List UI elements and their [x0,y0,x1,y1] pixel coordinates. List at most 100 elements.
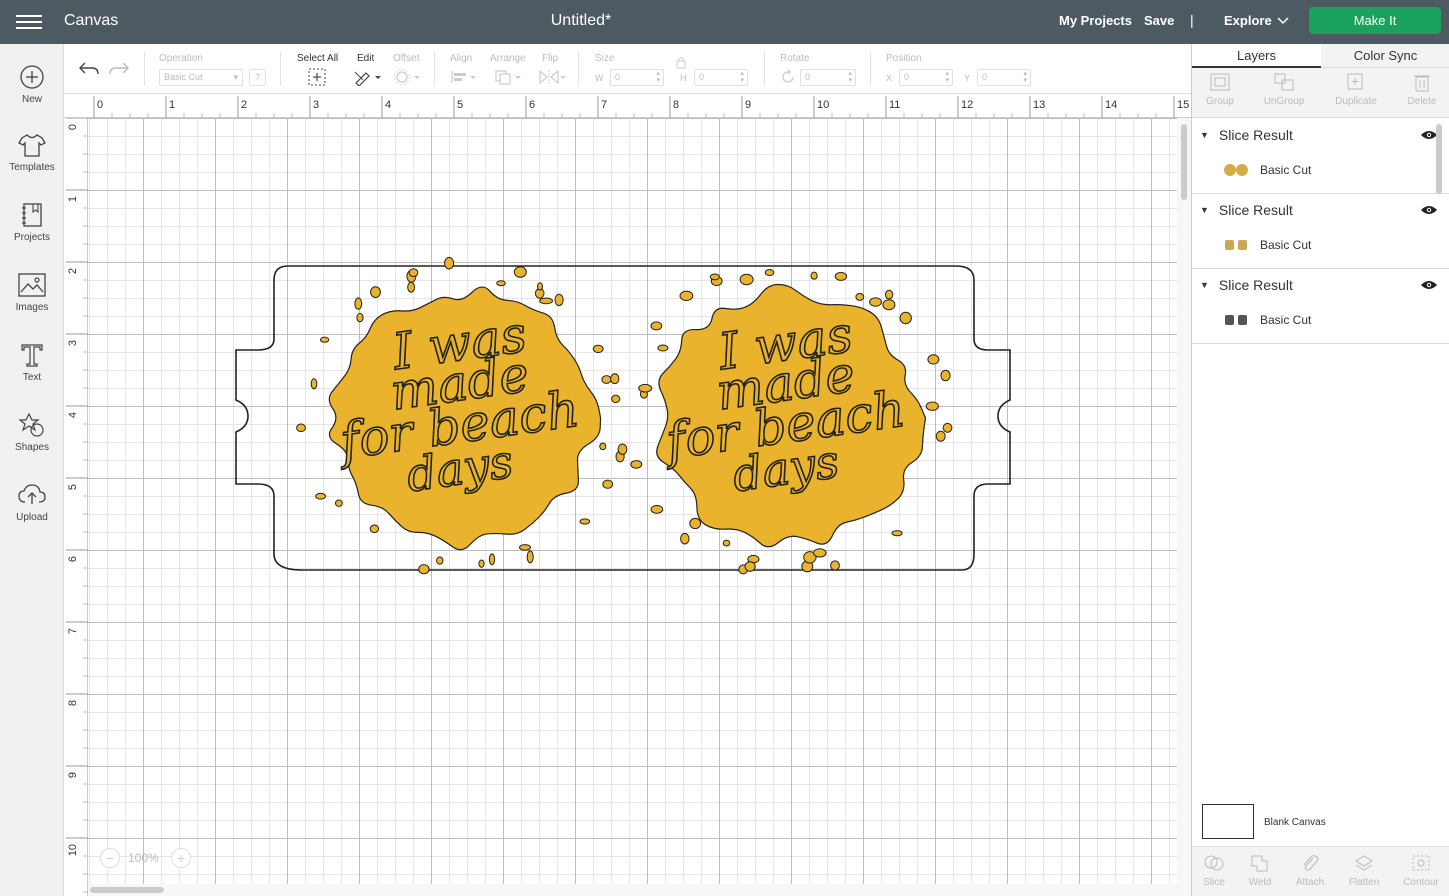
sidebar-item-label: Projects [13,232,51,243]
height-input[interactable]: 0 ▴ ▾ [694,69,748,86]
canvas-color-swatch[interactable] [1202,804,1254,839]
stepper-arrows-icon: ▴ ▾ [656,70,660,84]
slice-button[interactable]: Slice [1189,853,1239,888]
scrollbar-thumb[interactable] [1181,124,1187,200]
operation-help-button[interactable]: ? [249,69,266,86]
splatter-drop [436,556,444,565]
ruler-label: 7 [601,99,607,111]
size-label: Size [595,53,615,64]
vertical-scrollbar[interactable] [1177,118,1191,896]
ruler-label: 2 [241,99,247,111]
save-button[interactable]: Save [1144,13,1174,28]
horizontal-scrollbar[interactable] [88,884,1177,896]
zoom-in-button[interactable]: + [171,848,191,868]
undo-icon[interactable] [78,60,100,78]
eye-visibility-icon[interactable] [1420,204,1438,216]
splatter-drop [610,373,620,385]
make-it-button[interactable]: Make It [1309,7,1441,34]
splatter-drop [488,553,496,566]
ungroup-button[interactable]: UnGroup [1254,72,1314,107]
select-all-label: Select All [297,53,339,64]
splatter-drop [296,423,306,433]
chevron-down-icon[interactable] [1276,13,1290,27]
splatter-drop [310,378,318,390]
splatter-drop [739,273,754,286]
rotate-icon [782,69,794,83]
arrange-label: Arrange [490,53,526,64]
splatter-drop [891,530,903,537]
caret-down-icon[interactable]: ▼ [1200,280,1209,290]
sidebar-item-projects[interactable]: Projects [0,202,64,243]
width-input[interactable]: 0 ▴ ▾ [610,69,664,86]
sidebar-item-images[interactable]: Images [0,272,64,313]
layer-group[interactable]: ▼ Slice Result Basic Cut [1192,119,1449,194]
tab-color-sync[interactable]: Color Sync [1321,44,1449,68]
ruler-label: 10 [67,844,79,856]
operation-select[interactable]: Basic Cut ▾ [159,69,243,86]
layer-group-header[interactable]: ▼ Slice Result [1200,127,1293,143]
sidebar-item-upload[interactable]: Upload [0,482,64,523]
splatter-design-right[interactable]: I wasmadefor beachdays [630,269,953,575]
splatter-design-left[interactable]: I wasmadefor beachdays [296,256,628,575]
scrollbar-thumb[interactable] [90,887,164,893]
sidebar-item-shapes[interactable]: Shapes [0,412,64,453]
splatter-drop [855,292,865,301]
flatten-label: Flatten [1348,877,1380,888]
panel-scrollbar-thumb[interactable] [1436,124,1442,194]
splatter-drop [444,256,455,270]
redo-icon[interactable] [108,60,130,78]
sidebar-item-new[interactable]: New [0,64,64,105]
sidebar-item-text[interactable]: Text [0,342,64,383]
zoom-out-button[interactable]: − [100,848,120,868]
splatter-drop [519,544,531,551]
eye-visibility-icon[interactable] [1420,279,1438,291]
image-icon [18,273,46,297]
document-title[interactable]: Untitled* [0,12,1162,30]
select-all-icon[interactable] [308,68,326,86]
layer-group-header[interactable]: ▼ Slice Result [1200,277,1293,293]
blank-canvas-label: Blank Canvas [1264,817,1326,828]
contour-button[interactable]: Contour [1396,853,1446,888]
x-position-input[interactable]: 0 ▴ ▾ [899,69,953,86]
delete-label: Delete [1407,96,1437,107]
attach-button[interactable]: Attach [1285,853,1335,888]
blank-canvas-layer[interactable]: Blank Canvas [1192,796,1449,846]
ruler-label: 8 [67,700,79,706]
layer-group[interactable]: ▼ Slice Result Basic Cut [1192,269,1449,344]
weld-button[interactable]: Weld [1235,853,1285,888]
operation-label: Operation [159,53,203,64]
left-sidebar: New Templates Projects Images Text Shape… [0,44,64,896]
edit-pencil-icon[interactable] [353,68,381,86]
splatter-drop [680,532,690,545]
attach-label: Attach [1295,877,1325,888]
duplicate-button[interactable]: Duplicate [1326,72,1386,107]
design-artwork[interactable]: I wasmadefor beachdays I wasmadefor beac… [88,118,1177,884]
layer-group-header[interactable]: ▼ Slice Result [1200,202,1293,218]
my-projects-link[interactable]: My Projects [1059,13,1132,28]
y-position-input[interactable]: 0 ▴ ▾ [977,69,1031,86]
caret-down-icon[interactable]: ▼ [1200,130,1209,140]
design-canvas[interactable]: I was made for beach days I was made for beac… [88,118,1177,884]
caret-down-icon[interactable]: ▼ [1200,205,1209,215]
toolbar-divider [870,52,871,86]
splatter-drop [496,280,506,287]
group-button[interactable]: Group [1190,72,1250,107]
delete-button[interactable]: Delete [1392,72,1449,107]
splatter-drop [408,268,419,278]
explore-menu[interactable]: Explore [1224,13,1272,28]
ruler-label: 10 [817,99,829,111]
x-label: X [886,73,893,83]
layer-group[interactable]: ▼ Slice Result Basic Cut [1192,194,1449,269]
tab-layers[interactable]: Layers [1192,44,1321,68]
splatter-drop [813,548,827,558]
ruler-label: 3 [67,340,79,346]
ruler-horizontal: 0 1 2 3 4 5 6 7 8 9 10 11 12 13 14 15 [64,94,1191,118]
flatten-button[interactable]: Flatten [1339,853,1389,888]
splatter-drop [927,354,940,365]
rotate-input[interactable]: 0 ▴ ▾ [800,69,856,86]
splatter-drop [689,517,702,530]
splatter-drop [617,443,628,455]
splatter-drop [335,499,343,507]
notebook-icon [22,203,42,227]
sidebar-item-templates[interactable]: Templates [0,132,64,173]
